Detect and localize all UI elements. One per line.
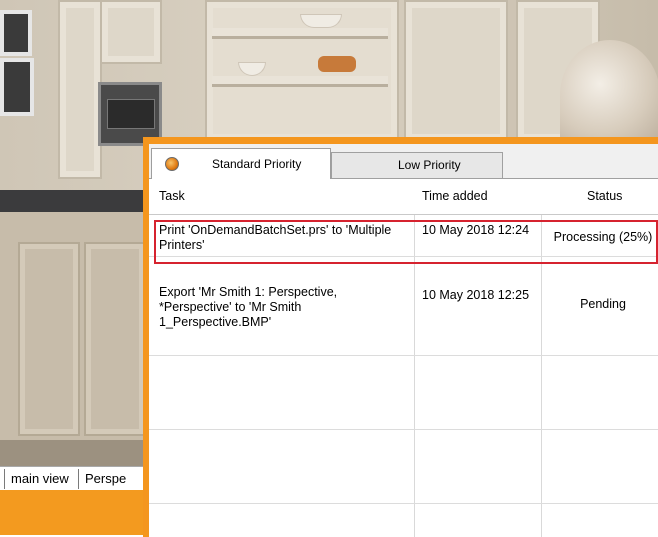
shelf — [212, 76, 388, 87]
table-row[interactable]: Print 'OnDemandBatchSet.prs' to 'Multipl… — [149, 218, 658, 257]
time-added-cell: 10 May 2018 12:25 — [422, 288, 530, 302]
wall-picture — [0, 58, 34, 116]
task-cell: Print 'OnDemandBatchSet.prs' to 'Multipl… — [159, 223, 392, 252]
task-cell: Export 'Mr Smith 1: Perspective, *Perspe… — [159, 285, 338, 329]
tab-label: Standard Priority — [212, 157, 302, 171]
upper-cabinet — [100, 0, 162, 64]
task-queue-panel: Standard Priority Low Priority Task Time… — [149, 144, 658, 537]
task-queue-window: Standard Priority Low Priority Task Time… — [143, 137, 658, 537]
empty-table-row — [149, 355, 658, 430]
column-header-status[interactable]: Status — [587, 179, 622, 214]
view-tab-strip: main view Perspe — [0, 466, 150, 491]
tab-main-view[interactable]: main view — [4, 469, 75, 489]
countertop — [0, 190, 150, 212]
priority-tabs: Standard Priority Low Priority — [149, 144, 658, 180]
column-header-time-added[interactable]: Time added — [422, 179, 488, 214]
task-table: Task Time added Status Print 'OnDemandBa… — [149, 179, 658, 537]
tab-label: Low Priority — [398, 158, 461, 172]
tab-standard-priority[interactable]: Standard Priority — [151, 148, 331, 180]
pendant-lamp — [560, 40, 658, 150]
empty-table-row — [149, 429, 658, 504]
status-bar — [0, 490, 150, 535]
upper-cabinet — [404, 0, 508, 142]
status-cell: Processing (25%) — [553, 230, 653, 244]
shelf — [212, 28, 388, 39]
cabinet-door — [84, 242, 146, 436]
wall-picture — [0, 10, 32, 56]
tab-perspective[interactable]: Perspe — [78, 469, 132, 489]
upper-cabinet — [58, 0, 102, 179]
column-header-task[interactable]: Task — [159, 179, 185, 214]
lower-cabinet — [0, 212, 150, 462]
status-cell: Pending — [580, 297, 626, 311]
table-header: Task Time added Status — [149, 179, 658, 215]
table-row[interactable]: Export 'Mr Smith 1: Perspective, *Perspe… — [149, 275, 658, 356]
tab-low-priority[interactable]: Low Priority — [331, 152, 503, 178]
time-added-cell: 10 May 2018 12:24 — [422, 223, 530, 237]
priority-icon — [165, 157, 179, 171]
cabinet-door — [18, 242, 80, 436]
pan — [318, 56, 356, 72]
